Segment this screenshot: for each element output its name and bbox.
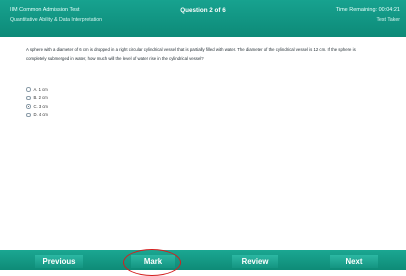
option-c[interactable]: C. 3 cm — [26, 102, 48, 111]
option-d[interactable]: D. 4 cm — [26, 111, 48, 120]
option-label: A. 1 cm — [33, 86, 48, 92]
radio-button[interactable] — [26, 112, 31, 117]
option-b[interactable]: B. 2 cm — [26, 94, 48, 103]
option-a[interactable]: A. 1 cm — [26, 85, 48, 94]
radio-button-selected[interactable] — [26, 104, 31, 109]
annotation-circle — [123, 249, 181, 276]
next-button[interactable]: Next — [330, 255, 378, 268]
time-remaining: Time Remaining: 00:04:21 — [335, 7, 400, 13]
option-label: C. 3 cm — [33, 103, 48, 109]
radio-button[interactable] — [26, 87, 31, 92]
user-role: Test Taker — [376, 17, 400, 23]
question-text: A sphere with a diameter of 6 cm is drop… — [26, 47, 356, 61]
previous-button[interactable]: Previous — [35, 255, 83, 268]
radio-button[interactable] — [26, 95, 31, 100]
exam-header: IIM Common Admission Test Quantitative A… — [0, 0, 406, 37]
review-button[interactable]: Review — [232, 255, 278, 268]
section-name: Quantitative Ability & Data Interpretati… — [10, 17, 102, 23]
answer-options: A. 1 cm B. 2 cm C. 3 cm D. 4 cm — [26, 85, 48, 119]
option-label: B. 2 cm — [33, 95, 48, 101]
option-label: D. 4 cm — [33, 112, 48, 118]
